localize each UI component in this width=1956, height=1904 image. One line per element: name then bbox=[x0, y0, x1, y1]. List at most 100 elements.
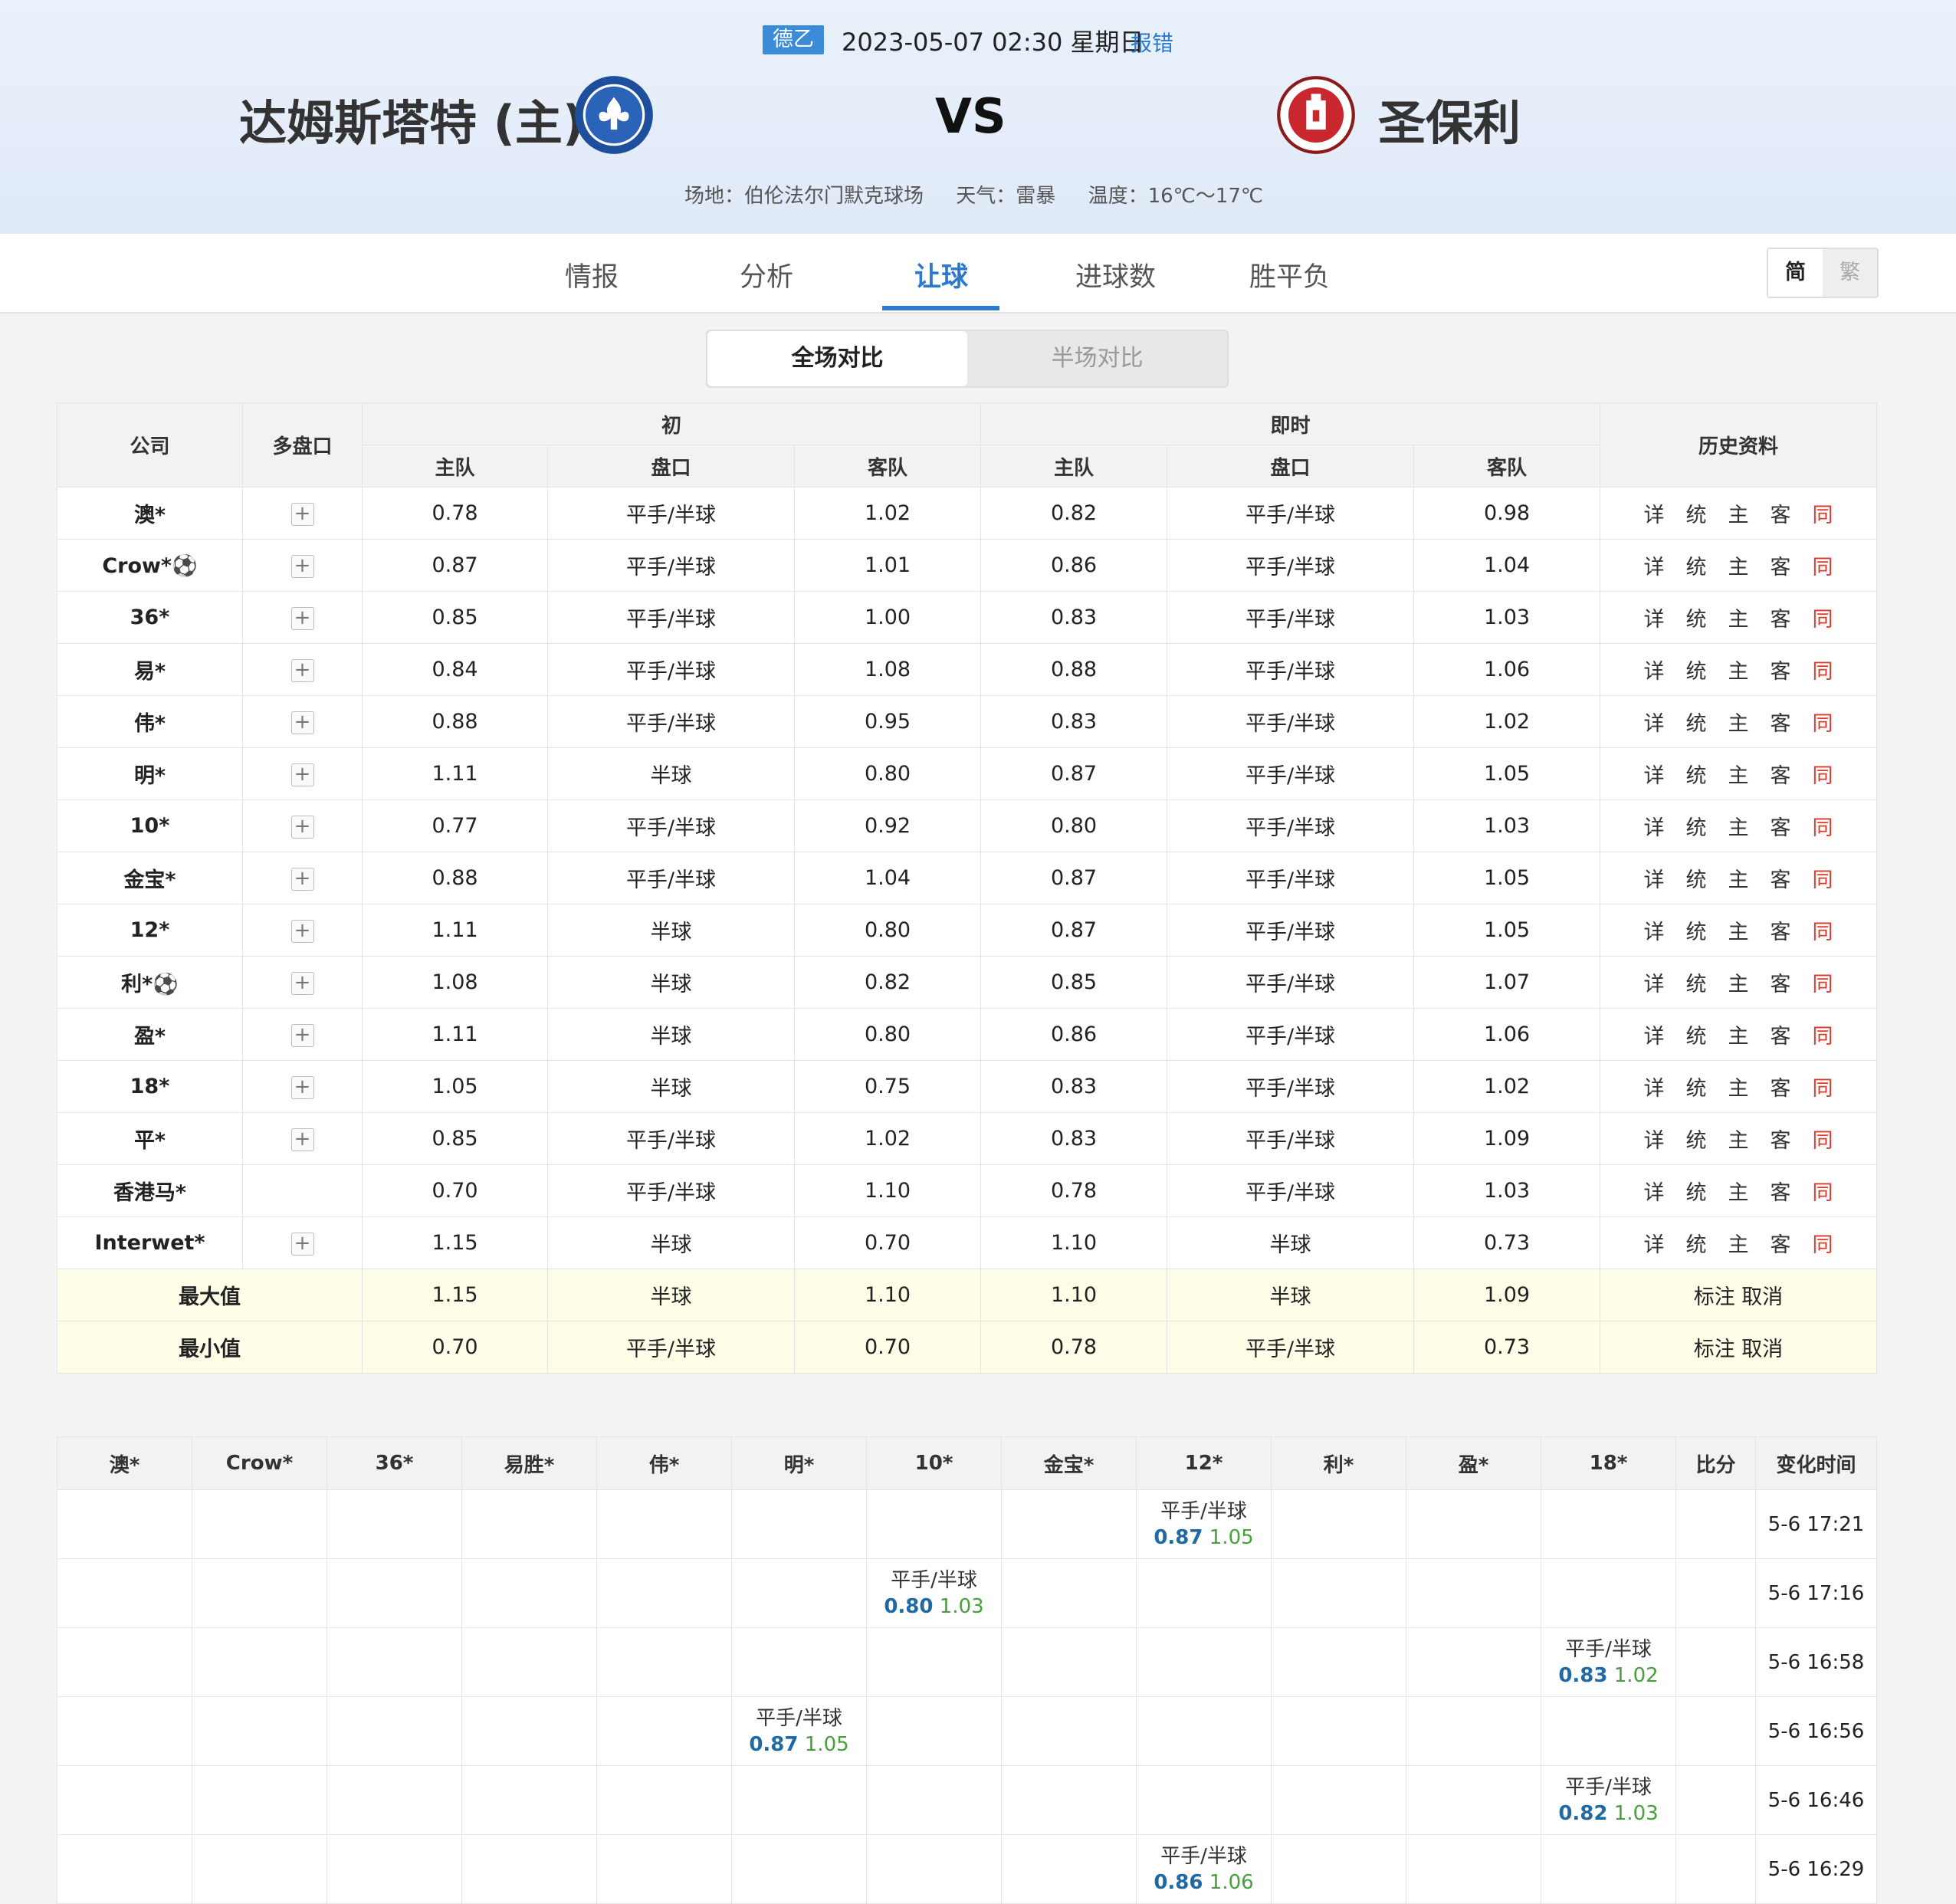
company-name[interactable]: 伟* bbox=[57, 695, 243, 748]
away-link[interactable]: 客 bbox=[1771, 921, 1791, 944]
stats-link[interactable]: 统 bbox=[1686, 764, 1707, 788]
same-link[interactable]: 同 bbox=[1813, 712, 1833, 736]
home-link[interactable]: 主 bbox=[1728, 1077, 1749, 1101]
home-link[interactable]: 主 bbox=[1728, 764, 1749, 788]
detail-link[interactable]: 详 bbox=[1644, 608, 1665, 632]
away-link[interactable]: 客 bbox=[1771, 1233, 1791, 1257]
same-link[interactable]: 同 bbox=[1813, 1077, 1833, 1101]
company-name[interactable]: 利*⚽ bbox=[57, 956, 243, 1009]
expand-plus-icon[interactable]: + bbox=[290, 763, 314, 786]
away-link[interactable]: 客 bbox=[1771, 1077, 1791, 1101]
company-name[interactable]: 10* bbox=[57, 799, 243, 852]
expand-plus-icon[interactable]: + bbox=[290, 1232, 314, 1256]
away-link[interactable]: 客 bbox=[1771, 973, 1791, 996]
expand-plus-icon[interactable]: + bbox=[290, 815, 314, 839]
home-link[interactable]: 主 bbox=[1728, 608, 1749, 632]
detail-link[interactable]: 详 bbox=[1644, 868, 1665, 892]
stats-link[interactable]: 统 bbox=[1686, 504, 1707, 527]
home-link[interactable]: 主 bbox=[1728, 712, 1749, 736]
home-link[interactable]: 主 bbox=[1728, 660, 1749, 684]
company-name[interactable]: 18* bbox=[57, 1060, 243, 1113]
lang-simplified-button[interactable]: 简 bbox=[1768, 249, 1823, 297]
away-link[interactable]: 客 bbox=[1771, 660, 1791, 684]
company-name[interactable]: 澳* bbox=[57, 487, 243, 540]
company-name[interactable]: Crow*⚽ bbox=[57, 539, 243, 592]
detail-link[interactable]: 详 bbox=[1644, 1077, 1665, 1101]
stats-link[interactable]: 统 bbox=[1686, 556, 1707, 579]
stats-link[interactable]: 统 bbox=[1686, 660, 1707, 684]
lang-traditional-button[interactable]: 繁 bbox=[1823, 249, 1877, 297]
same-link[interactable]: 同 bbox=[1813, 973, 1833, 996]
stats-link[interactable]: 统 bbox=[1686, 921, 1707, 944]
expand-plus-icon[interactable]: + bbox=[290, 1023, 314, 1047]
detail-link[interactable]: 详 bbox=[1644, 764, 1665, 788]
same-link[interactable]: 同 bbox=[1813, 660, 1833, 684]
home-link[interactable]: 主 bbox=[1728, 921, 1749, 944]
home-team-logo-icon[interactable] bbox=[573, 74, 655, 156]
detail-link[interactable]: 详 bbox=[1644, 1181, 1665, 1205]
same-link[interactable]: 同 bbox=[1813, 764, 1833, 788]
tab-intel[interactable]: 情报 bbox=[565, 255, 619, 294]
same-link[interactable]: 同 bbox=[1813, 1233, 1833, 1257]
tab-goals[interactable]: 进球数 bbox=[1075, 255, 1156, 294]
mark-cancel-action[interactable]: 标注 取消 bbox=[1600, 1321, 1878, 1374]
home-link[interactable]: 主 bbox=[1728, 556, 1749, 579]
expand-plus-icon[interactable]: + bbox=[290, 554, 314, 578]
away-link[interactable]: 客 bbox=[1771, 712, 1791, 736]
stats-link[interactable]: 统 bbox=[1686, 1181, 1707, 1205]
expand-plus-icon[interactable]: + bbox=[290, 919, 314, 943]
stats-link[interactable]: 统 bbox=[1686, 1129, 1707, 1153]
expand-plus-icon[interactable]: + bbox=[290, 1075, 314, 1099]
home-link[interactable]: 主 bbox=[1728, 973, 1749, 996]
away-link[interactable]: 客 bbox=[1771, 764, 1791, 788]
expand-plus-icon[interactable]: + bbox=[290, 658, 314, 682]
away-team-name[interactable]: 圣保利 bbox=[1378, 84, 1521, 153]
mark-cancel-action[interactable]: 标注 取消 bbox=[1600, 1269, 1878, 1321]
same-link[interactable]: 同 bbox=[1813, 868, 1833, 892]
away-link[interactable]: 客 bbox=[1771, 504, 1791, 527]
full-match-compare-button[interactable]: 全场对比 bbox=[707, 331, 967, 386]
same-link[interactable]: 同 bbox=[1813, 556, 1833, 579]
away-link[interactable]: 客 bbox=[1771, 556, 1791, 579]
stats-link[interactable]: 统 bbox=[1686, 868, 1707, 892]
home-link[interactable]: 主 bbox=[1728, 504, 1749, 527]
same-link[interactable]: 同 bbox=[1813, 1129, 1833, 1153]
detail-link[interactable]: 详 bbox=[1644, 973, 1665, 996]
report-error-link[interactable]: 报错 bbox=[1131, 27, 1173, 57]
home-link[interactable]: 主 bbox=[1728, 816, 1749, 840]
detail-link[interactable]: 详 bbox=[1644, 1129, 1665, 1153]
home-team-name[interactable]: 达姆斯塔特 (主) bbox=[239, 84, 584, 153]
detail-link[interactable]: 详 bbox=[1644, 921, 1665, 944]
away-team-logo-icon[interactable] bbox=[1275, 74, 1357, 156]
expand-plus-icon[interactable]: + bbox=[290, 711, 314, 734]
away-link[interactable]: 客 bbox=[1771, 1129, 1791, 1153]
same-link[interactable]: 同 bbox=[1813, 1025, 1833, 1049]
expand-plus-icon[interactable]: + bbox=[290, 971, 314, 995]
company-name[interactable]: 金宝* bbox=[57, 852, 243, 904]
away-link[interactable]: 客 bbox=[1771, 1025, 1791, 1049]
league-badge[interactable]: 德乙 bbox=[763, 25, 824, 54]
stats-link[interactable]: 统 bbox=[1686, 1077, 1707, 1101]
same-link[interactable]: 同 bbox=[1813, 921, 1833, 944]
tab-analysis[interactable]: 分析 bbox=[740, 255, 793, 294]
company-name[interactable]: Interwet* bbox=[57, 1216, 243, 1269]
home-link[interactable]: 主 bbox=[1728, 868, 1749, 892]
home-link[interactable]: 主 bbox=[1728, 1233, 1749, 1257]
detail-link[interactable]: 详 bbox=[1644, 712, 1665, 736]
company-name[interactable]: 香港马* bbox=[57, 1164, 243, 1217]
same-link[interactable]: 同 bbox=[1813, 504, 1833, 527]
tab-handicap[interactable]: 让球 bbox=[914, 255, 968, 294]
detail-link[interactable]: 详 bbox=[1644, 816, 1665, 840]
away-link[interactable]: 客 bbox=[1771, 1181, 1791, 1205]
company-name[interactable]: 36* bbox=[57, 591, 243, 644]
expand-plus-icon[interactable]: + bbox=[290, 502, 314, 526]
detail-link[interactable]: 详 bbox=[1644, 556, 1665, 579]
company-name[interactable]: 12* bbox=[57, 904, 243, 957]
away-link[interactable]: 客 bbox=[1771, 816, 1791, 840]
expand-plus-icon[interactable]: + bbox=[290, 1128, 314, 1151]
home-link[interactable]: 主 bbox=[1728, 1025, 1749, 1049]
same-link[interactable]: 同 bbox=[1813, 1181, 1833, 1205]
detail-link[interactable]: 详 bbox=[1644, 504, 1665, 527]
expand-plus-icon[interactable]: + bbox=[290, 867, 314, 891]
detail-link[interactable]: 详 bbox=[1644, 1025, 1665, 1049]
